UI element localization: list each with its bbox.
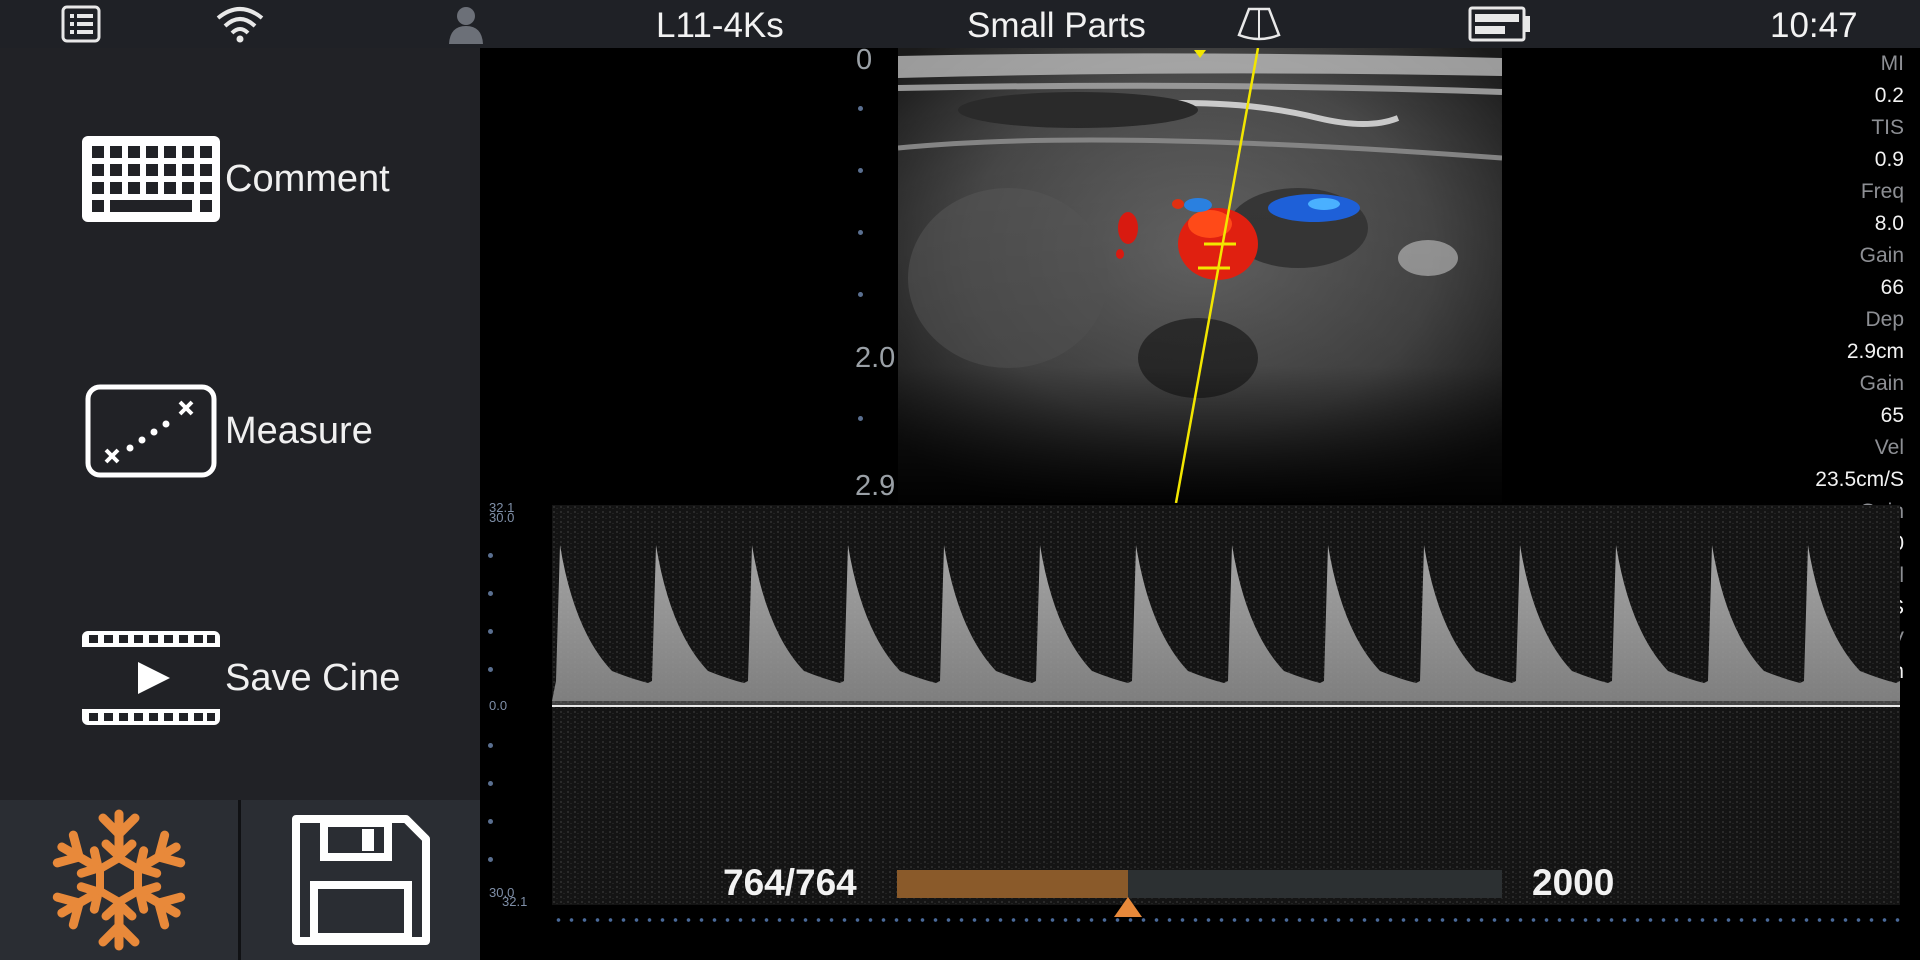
param-value: 23.5cm/S [1815,468,1904,491]
cine-slider-handle[interactable] [1114,897,1142,917]
param-value: 0.9 [1874,148,1904,171]
doppler-scale-tick [488,743,493,748]
measure-button[interactable]: Measure [80,376,460,486]
depth-mark-top: 0 [856,44,873,76]
doppler-scale-tick [488,591,493,596]
param-value: 8.0 [1874,212,1904,235]
film-play-icon [80,628,225,728]
depth-tick [858,416,863,421]
doppler-scale-baseline: 0.0 [489,698,508,713]
user-icon[interactable] [446,4,486,44]
doppler-scale-bottom-alt: 32.1 [502,894,528,909]
param-label: Dep [1865,308,1904,331]
comment-button[interactable]: Comment [80,124,460,234]
preset-name: Small Parts [967,6,1146,45]
depth-tick [858,292,863,297]
param-label: Vel [1874,436,1904,459]
freeze-button[interactable] [0,800,238,960]
doppler-scale-tick [488,857,493,862]
param-label: Gain [1859,372,1904,395]
depth-mark-mid: 2.0 [855,342,896,374]
doppler-scale-tick [488,667,493,672]
clock: 10:47 [1770,6,1858,45]
save-cine-label: Save Cine [225,656,401,699]
wifi-icon [214,4,266,44]
depth-tick [858,106,863,111]
measure-icon [80,381,225,481]
depth-tick [858,230,863,235]
save-button[interactable] [241,800,480,960]
floppy-disk-icon [291,815,430,945]
doppler-scale-tick [488,629,493,634]
status-bar: L11-4Ks Small Parts 10:47 [0,0,1920,48]
cine-progress-bar[interactable] [897,870,1502,898]
menu-list-icon[interactable] [60,4,102,44]
cine-progress-fill [897,870,1128,898]
doppler-scale-tick [488,819,493,824]
snowflake-icon [44,809,194,955]
doppler-scale-top: 30.0 [489,510,515,525]
battery-icon [1468,4,1532,44]
param-label: TIS [1871,116,1904,139]
keyboard-icon [80,129,225,229]
bmode-color-image[interactable] [898,48,1502,503]
comment-label: Comment [225,157,390,200]
bottom-toolbar [0,800,480,960]
doppler-scale-tick [488,781,493,786]
param-value: 65 [1880,404,1904,427]
param-label: Gain [1859,244,1904,267]
cine-frame-counter: 764/764 [723,862,857,903]
timeline-dots [552,918,1900,922]
depth-mark-bottom: 2.9 [855,470,896,502]
probe-orientation-icon [1234,4,1284,44]
save-cine-button[interactable]: Save Cine [80,623,460,733]
probe-name: L11-4Ks [656,6,784,45]
depth-tick [858,168,863,173]
param-label: MI [1880,52,1904,75]
doppler-baseline [552,705,1900,707]
param-value: 0.2 [1874,84,1904,107]
param-value: 66 [1880,276,1904,299]
cine-total-frames: 2000 [1532,862,1615,903]
param-value: 2.9cm [1846,340,1904,363]
doppler-scale-tick [488,553,493,558]
measure-label: Measure [225,409,373,452]
tool-panel: Comment Measure Save Cine [0,48,480,800]
param-label: Freq [1860,180,1904,203]
